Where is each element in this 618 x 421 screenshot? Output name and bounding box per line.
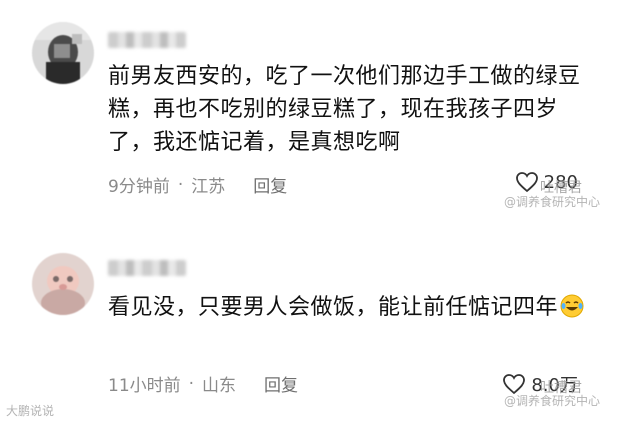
watermark-text: 大鹏说说 bbox=[6, 404, 55, 418]
avatar[interactable] bbox=[32, 253, 94, 315]
heart-icon bbox=[515, 172, 538, 193]
comment-text: 前男友西安的，吃了一次他们那边手工做的绿豆糕，再也不吃别的绿豆糕了，现在我孩子四… bbox=[108, 64, 581, 155]
separator: · bbox=[188, 373, 195, 394]
comment-meta: 11小时前 · 山东 回复 bbox=[108, 371, 298, 397]
watermark-text: @调养食研究中心 bbox=[503, 195, 600, 209]
comment-item: 前男友西安的，吃了一次他们那边手工做的绿豆糕，再也不吃别的绿豆糕了，现在我孩子四… bbox=[0, 0, 618, 215]
username-blurred[interactable] bbox=[108, 260, 186, 276]
comment-meta: 9分钟前 · 江苏 回复 bbox=[108, 172, 287, 198]
comment-text: 看见没，只要男人会做饭，能让前任惦记四年 bbox=[108, 291, 598, 324]
timestamp: 11小时前 bbox=[108, 376, 181, 396]
location: 江苏 bbox=[191, 177, 226, 197]
reply-button[interactable]: 回复 bbox=[264, 371, 298, 396]
comment-text-body: 看见没，只要男人会做饭，能让前任惦记四年 bbox=[108, 295, 559, 320]
avatar[interactable] bbox=[32, 22, 94, 84]
timestamp: 9分钟前 bbox=[108, 177, 170, 197]
username-blurred[interactable] bbox=[108, 32, 186, 48]
separator: · bbox=[177, 174, 184, 195]
comment-item: 看见没，只要男人会做饭，能让前任惦记四年 11小时前 · 山东 回复 8.0万 … bbox=[0, 238, 618, 421]
watermark-text: @调养食研究中心 bbox=[503, 394, 600, 408]
laughing-with-tears-icon bbox=[560, 294, 584, 318]
reply-button[interactable]: 回复 bbox=[253, 172, 287, 197]
location: 山东 bbox=[202, 376, 237, 396]
